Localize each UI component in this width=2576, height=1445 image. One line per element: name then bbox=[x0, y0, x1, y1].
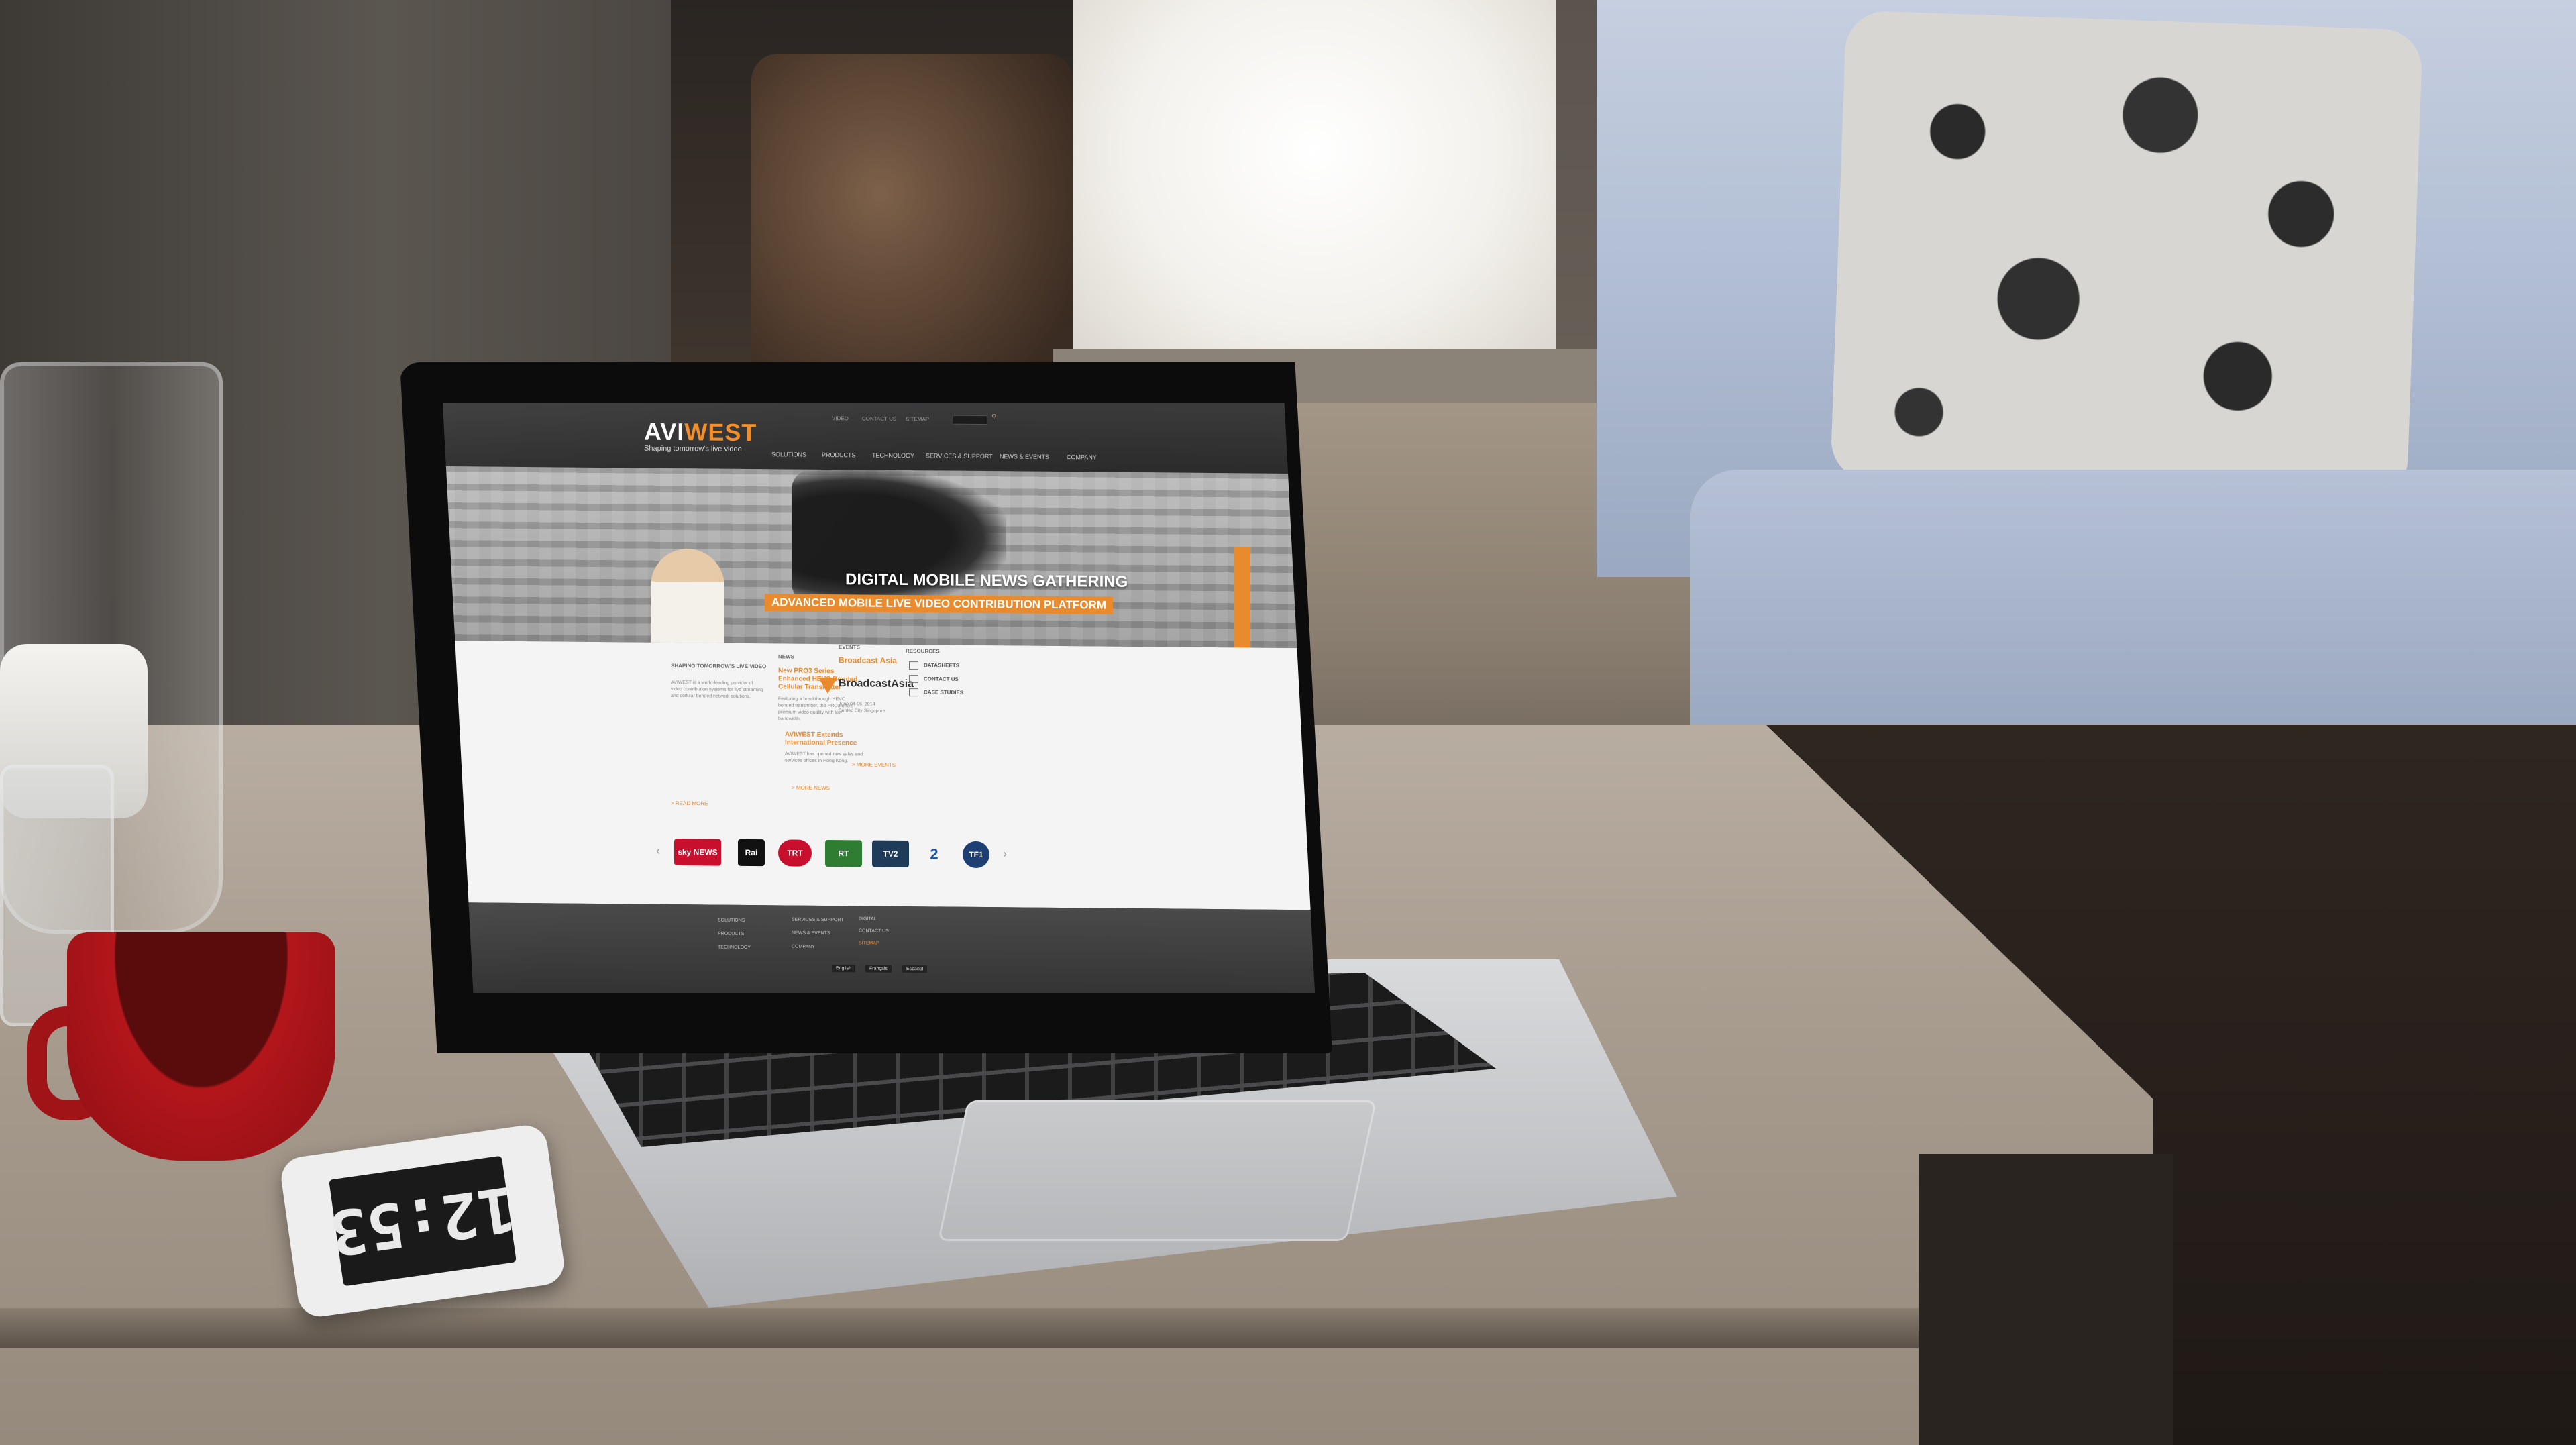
news-title-2[interactable]: AVIWEST Extends International Presence bbox=[785, 731, 872, 747]
document-icon bbox=[909, 661, 918, 670]
table-leg bbox=[1919, 1154, 2174, 1445]
footer-news-events[interactable]: NEWS & EVENTS bbox=[792, 931, 830, 936]
resource-datasheets[interactable]: DATASHEETS bbox=[909, 661, 959, 670]
room-scene: 12:53 AVIWEST Shaping tomorrow's live vi… bbox=[0, 0, 2576, 1445]
carousel-next-icon[interactable]: › bbox=[1003, 847, 1007, 861]
nav-products[interactable]: PRODUCTS bbox=[822, 451, 856, 458]
nav-company[interactable]: COMPANY bbox=[1067, 453, 1097, 460]
footer-company[interactable]: COMPANY bbox=[792, 945, 815, 949]
resource-case-studies[interactable]: CASE STUDIES bbox=[909, 688, 963, 697]
site-header: AVIWEST Shaping tomorrow's live video VI… bbox=[443, 403, 1315, 474]
footer-contact[interactable]: CONTACT US bbox=[859, 928, 889, 933]
partner-logo-rai: Rai bbox=[738, 839, 765, 867]
footer-solutions[interactable]: SOLUTIONS bbox=[718, 918, 745, 923]
hero-banner: DIGITAL MOBILE NEWS GATHERING ADVANCED M… bbox=[443, 466, 1315, 661]
footer-services[interactable]: SERVICES & SUPPORT bbox=[792, 918, 844, 923]
news-heading: NEWS bbox=[778, 653, 794, 660]
hero-title: DIGITAL MOBILE NEWS GATHERING bbox=[845, 570, 1128, 591]
partner-logo-tf1: TF1 bbox=[963, 841, 989, 869]
site-logo[interactable]: AVIWEST bbox=[644, 418, 757, 447]
folder-icon bbox=[909, 688, 918, 697]
lang-francais[interactable]: Français bbox=[865, 965, 892, 973]
reporter-image bbox=[651, 548, 724, 643]
content-area: SHAPING TOMORROW'S LIVE VIDEO AVIWEST is… bbox=[443, 641, 1315, 910]
nav-services[interactable]: SERVICES & SUPPORT bbox=[926, 452, 993, 460]
partner-logo-trt: TRT bbox=[778, 839, 812, 867]
resources-heading: RESOURCES bbox=[906, 648, 940, 655]
site-footer: SOLUTIONS PRODUCTS TECHNOLOGY SERVICES &… bbox=[443, 902, 1315, 993]
site-tagline: Shaping tomorrow's live video bbox=[644, 444, 742, 453]
laptop-trackpad bbox=[937, 1100, 1377, 1241]
nav-solutions[interactable]: SOLUTIONS bbox=[771, 451, 806, 458]
red-mug bbox=[67, 932, 335, 1161]
broadcast-asia-logo-icon bbox=[818, 677, 837, 694]
footer-technology[interactable]: TECHNOLOGY bbox=[718, 945, 751, 950]
about-heading: SHAPING TOMORROW'S LIVE VIDEO bbox=[671, 662, 767, 670]
util-link-video[interactable]: VIDEO bbox=[832, 415, 849, 421]
partner-logo-rt: RT bbox=[825, 839, 862, 867]
social-side-tab[interactable] bbox=[1234, 547, 1250, 661]
broadcast-asia-logo: BroadcastAsia bbox=[839, 678, 914, 690]
about-read-more[interactable]: > READ MORE bbox=[671, 800, 708, 806]
util-link-sitemap[interactable]: SITEMAP bbox=[906, 416, 929, 422]
hero-subtitle: ADVANCED MOBILE LIVE VIDEO CONTRIBUTION … bbox=[765, 594, 1113, 614]
lang-espanol[interactable]: Español bbox=[902, 965, 928, 973]
search-icon[interactable]: ⚲ bbox=[991, 413, 996, 421]
patterned-pillow bbox=[1830, 10, 2423, 500]
about-text: AVIWEST is a world-leading provider of v… bbox=[671, 680, 763, 700]
more-news-link[interactable]: > MORE NEWS bbox=[792, 785, 830, 791]
bright-window bbox=[1073, 0, 1556, 376]
util-link-contact[interactable]: CONTACT US bbox=[862, 415, 896, 421]
event-text: June 04-06, 2014 Suntec City Singapore bbox=[839, 702, 885, 714]
partner-logo-2: 2 bbox=[930, 845, 938, 863]
footer-digital[interactable]: DIGITAL bbox=[859, 916, 877, 921]
partner-logo-tv2: TV2 bbox=[872, 840, 909, 868]
laptop-screen: AVIWEST Shaping tomorrow's live video VI… bbox=[443, 403, 1315, 993]
footer-sitemap[interactable]: SITEMAP bbox=[859, 941, 879, 945]
aviwest-website: AVIWEST Shaping tomorrow's live video VI… bbox=[443, 403, 1315, 993]
phone-clock: 12:53 bbox=[325, 1155, 520, 1287]
carousel-prev-icon[interactable]: ‹ bbox=[656, 844, 660, 858]
search-input[interactable] bbox=[953, 415, 987, 425]
events-heading: EVENTS bbox=[839, 644, 861, 651]
resource-contact[interactable]: CONTACT US bbox=[909, 675, 959, 684]
envelope-icon bbox=[909, 675, 918, 684]
more-events-link[interactable]: > MORE EVENTS bbox=[852, 761, 896, 768]
partner-logo-skynews: sky NEWS bbox=[674, 839, 721, 866]
footer-products[interactable]: PRODUCTS bbox=[718, 932, 744, 936]
lang-english[interactable]: English bbox=[832, 965, 855, 973]
nav-news-events[interactable]: NEWS & EVENTS bbox=[1000, 453, 1049, 460]
nav-technology[interactable]: TECHNOLOGY bbox=[872, 452, 914, 460]
firewood-logs bbox=[751, 54, 1073, 403]
